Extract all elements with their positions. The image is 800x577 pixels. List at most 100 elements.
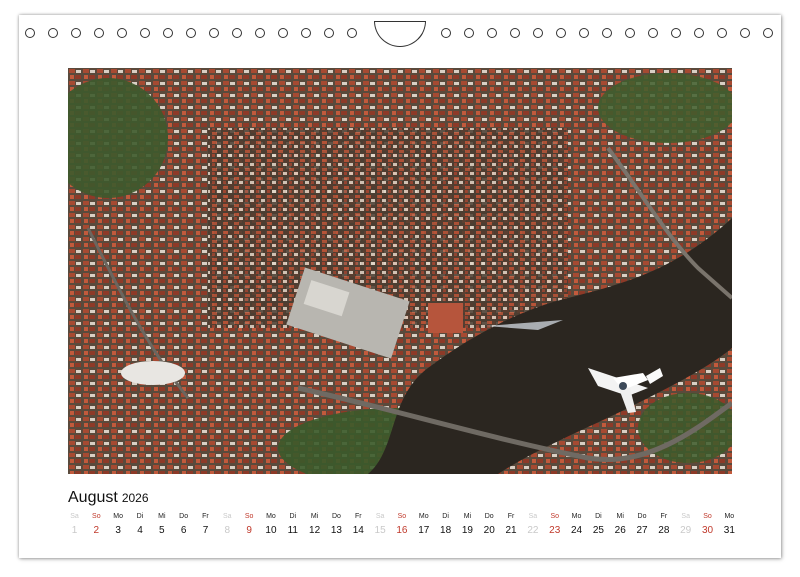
calendar-day: So 23 <box>544 512 565 546</box>
binding-hole <box>301 28 311 38</box>
binding-hole <box>232 28 242 38</box>
day-number: 20 <box>483 525 495 536</box>
day-number: 16 <box>396 525 408 536</box>
day-number: 7 <box>202 525 209 536</box>
weekday-label: Mi <box>158 513 166 520</box>
day-number: 17 <box>418 525 430 536</box>
weekday-label: Fr <box>354 513 362 520</box>
calendar-day: Do 27 <box>632 512 653 546</box>
calendar-day: Mi 12 <box>304 512 325 546</box>
calendar-day: Fr 14 <box>348 512 369 546</box>
weekday-label: Sa <box>70 513 79 520</box>
binding-hole <box>71 28 81 38</box>
weekday-label: Di <box>136 513 144 520</box>
binding-hole <box>278 28 288 38</box>
weekday-label: Mi <box>463 513 472 520</box>
year-label: 2026 <box>121 491 149 505</box>
binding-hole <box>255 28 265 38</box>
binding-hole <box>209 28 219 38</box>
weekday-label: Mi <box>616 513 624 520</box>
day-number: 29 <box>680 525 692 536</box>
calendar-day: Mo 31 <box>719 512 740 546</box>
weekday-label: So <box>92 513 101 520</box>
binding-hole <box>441 28 451 38</box>
weekday-label: Mo <box>724 513 735 520</box>
binding-hole <box>579 28 589 38</box>
day-number: 25 <box>592 525 604 536</box>
weekday-label: Mo <box>113 513 124 520</box>
day-number: 21 <box>505 525 517 536</box>
calendar-day: Do 13 <box>326 512 347 546</box>
day-number: 6 <box>180 525 187 536</box>
binding-hole <box>324 28 334 38</box>
weekday-label: Mi <box>310 513 319 520</box>
day-number: 9 <box>246 525 252 536</box>
day-number: 22 <box>527 525 539 536</box>
binding-hole <box>556 28 566 38</box>
calendar-day: Mo 10 <box>260 512 281 546</box>
binding-hole <box>717 28 727 38</box>
binding-hole <box>94 28 104 38</box>
weekday-label: Do <box>484 513 494 520</box>
day-number: 18 <box>440 525 452 536</box>
binding-hole <box>510 28 520 38</box>
weekday-label: Do <box>637 513 647 520</box>
weekday-label: Mo <box>418 513 429 520</box>
weekday-label: Fr <box>660 513 668 520</box>
calendar-day: Do 20 <box>479 512 500 546</box>
day-number: 19 <box>461 525 473 536</box>
calendar-day: Mi 19 <box>457 512 478 546</box>
calendar-day: Fr 7 <box>195 512 216 546</box>
binding-hole <box>763 28 773 38</box>
binding-hole <box>186 28 196 38</box>
calendar-day: Sa 15 <box>370 512 391 546</box>
binding-hole <box>740 28 750 38</box>
day-number: 1 <box>71 525 78 536</box>
weekday-label: So <box>550 513 559 520</box>
day-number: 3 <box>115 525 121 536</box>
weekday-label: Fr <box>202 513 209 520</box>
weekday-label: Di <box>595 513 602 520</box>
day-number: 11 <box>287 525 298 536</box>
calendar-day: Mo 17 <box>413 512 434 546</box>
binding-hole <box>163 28 173 38</box>
weekday-label: Mo <box>571 513 582 520</box>
day-number: 4 <box>137 525 143 536</box>
weekday-label: So <box>397 513 407 520</box>
weekday-label: So <box>703 513 712 520</box>
day-number: 15 <box>374 525 386 536</box>
binding-hole <box>464 28 474 38</box>
month-name: August <box>68 489 118 506</box>
calendar-day: Sa 22 <box>522 512 543 546</box>
weekday-label: Fr <box>507 513 515 520</box>
weekday-label: Do <box>331 513 341 520</box>
binding-hole <box>648 28 658 38</box>
weekday-label: Mo <box>266 513 276 520</box>
day-number: 2 <box>93 525 100 536</box>
day-number: 8 <box>224 525 231 536</box>
weekday-label: Sa <box>528 513 538 520</box>
calendar-day: So 9 <box>239 512 260 546</box>
day-number: 31 <box>723 525 735 536</box>
calendar-day: Sa 29 <box>675 512 696 546</box>
day-number: 14 <box>352 525 364 536</box>
calendar-day: Fr 21 <box>501 512 522 546</box>
calendar-day: Di 4 <box>129 512 150 546</box>
day-number: 5 <box>159 525 165 536</box>
weekday-label: So <box>244 513 254 520</box>
calendar-day: Di 18 <box>435 512 456 546</box>
binding-hole <box>694 28 704 38</box>
binding-hole <box>48 28 58 38</box>
binding-hole <box>533 28 543 38</box>
calendar-day: Di 11 <box>282 512 303 546</box>
calendar-day: So 30 <box>697 512 718 546</box>
day-number: 13 <box>330 525 342 536</box>
binding-hole <box>487 28 497 38</box>
calendar-day: So 16 <box>391 512 412 546</box>
calendar-day: Sa 1 <box>64 512 85 546</box>
binding-hole <box>117 28 127 38</box>
day-number: 28 <box>658 525 670 536</box>
calendar-day: Do 6 <box>173 512 194 546</box>
day-number: 27 <box>636 525 648 536</box>
calendar-day: Mo 24 <box>566 512 587 546</box>
